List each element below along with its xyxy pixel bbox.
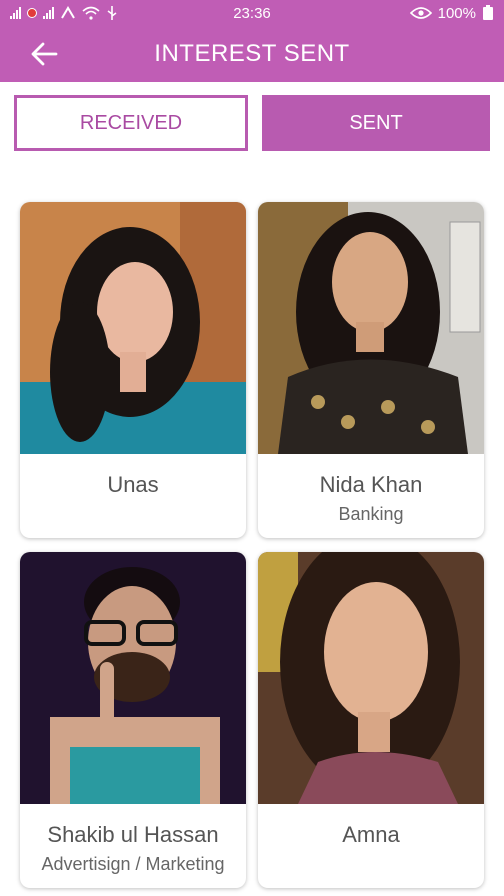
profile-photo	[258, 552, 484, 804]
profile-card[interactable]: Shakib ul Hassan Advertisign / Marketing	[20, 552, 246, 888]
no-sim-icon	[27, 8, 37, 18]
wifi-icon	[82, 6, 100, 20]
profile-name: Nida Khan	[319, 472, 423, 497]
arrow-left-icon[interactable]	[30, 40, 58, 68]
profile-photo	[20, 552, 246, 804]
status-icons-left	[10, 5, 118, 21]
profile-name: Shakib ul Hassan	[47, 822, 219, 847]
profile-job: Banking	[338, 504, 404, 524]
profile-card[interactable]: Unas	[20, 202, 246, 538]
status-bar: 23:36 100%	[0, 0, 504, 26]
tab-received[interactable]: RECEIVED	[14, 95, 248, 151]
status-icons-right: 100%	[409, 4, 494, 22]
profile-info: Unas	[20, 454, 246, 538]
data-icon	[61, 6, 75, 19]
signal-icon	[43, 7, 54, 19]
profile-info: Nida Khan Banking	[258, 454, 484, 538]
page-title: INTEREST SENT	[154, 40, 350, 67]
tab-sent[interactable]: SENT	[262, 95, 490, 151]
profile-photo	[258, 202, 484, 454]
eye-icon	[409, 7, 432, 19]
app-bar: INTEREST SENT	[0, 26, 504, 82]
profile-info: Amna	[258, 804, 484, 888]
profile-name: Unas	[107, 472, 159, 497]
battery-level: 100%	[437, 4, 476, 22]
profile-card[interactable]: Nida Khan Banking	[258, 202, 484, 538]
profile-info: Shakib ul Hassan Advertisign / Marketing	[20, 804, 246, 888]
profile-card[interactable]: Amna	[258, 552, 484, 888]
profile-photo	[20, 202, 246, 454]
signal-icon	[10, 7, 21, 19]
tab-bar: RECEIVED SENT	[14, 95, 490, 151]
battery-icon	[483, 5, 493, 20]
profile-name: Amna	[342, 822, 400, 847]
usb-icon	[107, 6, 117, 20]
profile-job: Advertisign / Marketing	[41, 854, 225, 874]
